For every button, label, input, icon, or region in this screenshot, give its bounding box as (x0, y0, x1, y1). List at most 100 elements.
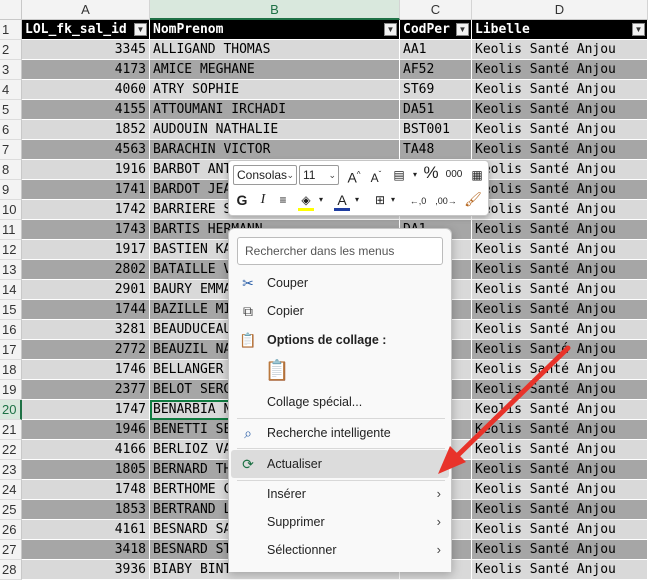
comma-style-button[interactable]: 000 (443, 166, 465, 184)
cell-lol-fk-sal-id[interactable]: 1747 (22, 400, 150, 420)
decrease-decimal-button[interactable]: ,00→ (433, 192, 459, 210)
cell-nomprenom[interactable]: AUDOUIN NATHALIE (150, 120, 400, 140)
cell-nomprenom[interactable]: BARACHIN VICTOR (150, 140, 400, 160)
cell-lol-fk-sal-id[interactable]: 2901 (22, 280, 150, 300)
column-header-d[interactable]: D (472, 0, 648, 20)
cell-libelle[interactable]: Keolis Santé Anjou (472, 360, 648, 380)
row-header[interactable]: 25 (0, 500, 22, 520)
cell-codper[interactable]: DA51 (400, 100, 472, 120)
row-header[interactable]: 9 (0, 180, 22, 200)
cell-lol-fk-sal-id[interactable]: 3345 (22, 40, 150, 60)
cell-lol-fk-sal-id[interactable]: 1741 (22, 180, 150, 200)
font-color-button[interactable]: A (333, 191, 351, 211)
format-painter-top-button[interactable]: ▦ (468, 166, 486, 184)
font-color-dropdown[interactable]: ▾ (353, 191, 361, 209)
increase-decimal-button[interactable]: ←,0 (405, 192, 431, 210)
cell-lol-fk-sal-id[interactable]: 1746 (22, 360, 150, 380)
menu-item-refresh[interactable]: ⟳ Actualiser (231, 450, 449, 478)
cell-libelle[interactable]: Keolis Santé Anjou (472, 260, 648, 280)
row-header[interactable]: 19 (0, 380, 22, 400)
row-header[interactable]: 18 (0, 360, 22, 380)
row-header[interactable]: 26 (0, 520, 22, 540)
cell-lol-fk-sal-id[interactable]: 4563 (22, 140, 150, 160)
row-header[interactable]: 5 (0, 100, 22, 120)
menu-item-copy[interactable]: ⧉ Copier (231, 297, 449, 325)
row-header[interactable]: 4 (0, 80, 22, 100)
number-format-dropdown[interactable]: ▾ (411, 166, 419, 184)
cell-libelle[interactable]: Keolis Santé Anjou (472, 200, 648, 220)
row-header[interactable]: 12 (0, 240, 22, 260)
cell-lol-fk-sal-id[interactable]: 4166 (22, 440, 150, 460)
increase-font-size-button[interactable]: A^ (345, 166, 363, 187)
cell-lol-fk-sal-id[interactable]: 1805 (22, 460, 150, 480)
cell-libelle[interactable]: Keolis Santé Anjou (472, 100, 648, 120)
select-all-corner[interactable] (0, 0, 22, 20)
row-header[interactable]: 10 (0, 200, 22, 220)
cell-libelle[interactable]: Keolis Santé Anjou (472, 460, 648, 480)
filter-dropdown-icon[interactable]: ▼ (632, 23, 645, 36)
number-format-button[interactable]: ▤ (389, 166, 409, 184)
row-header[interactable]: 15 (0, 300, 22, 320)
row-header[interactable]: 11 (0, 220, 22, 240)
cell-codper[interactable]: AA1 (400, 40, 472, 60)
fill-color-button[interactable]: ◈ (297, 191, 315, 211)
cell-libelle[interactable]: Keolis Santé Anjou (472, 520, 648, 540)
cell-libelle[interactable]: Keolis Santé Anjou (472, 300, 648, 320)
row-header[interactable]: 17 (0, 340, 22, 360)
menu-item-cut[interactable]: ✂ Couper (231, 269, 449, 297)
cell-codper[interactable]: TA48 (400, 140, 472, 160)
cell-libelle[interactable]: Keolis Santé Anjou (472, 80, 648, 100)
cell-libelle[interactable]: Keolis Santé Anjou (472, 180, 648, 200)
menu-item-paste-special[interactable]: Collage spécial... (231, 388, 449, 416)
row-header[interactable]: 27 (0, 540, 22, 560)
fill-color-dropdown[interactable]: ▾ (317, 191, 325, 209)
bold-button[interactable]: G (235, 191, 249, 209)
cell-libelle[interactable]: Keolis Santé Anjou (472, 120, 648, 140)
cell-lol-fk-sal-id[interactable]: 3281 (22, 320, 150, 340)
column-header-b[interactable]: B (150, 0, 400, 20)
cell-libelle[interactable]: Keolis Santé Anjou (472, 560, 648, 580)
cell-libelle[interactable]: Keolis Santé Anjou (472, 280, 648, 300)
cell-lol-fk-sal-id[interactable]: 3936 (22, 560, 150, 580)
cell-libelle[interactable]: Keolis Santé Anjou (472, 160, 648, 180)
column-header-a[interactable]: A (22, 0, 150, 20)
cell-lol-fk-sal-id[interactable]: 1916 (22, 160, 150, 180)
cell-lol-fk-sal-id[interactable]: 1946 (22, 420, 150, 440)
cell-nomprenom[interactable]: ATRY SOPHIE (150, 80, 400, 100)
cell-libelle[interactable]: Keolis Santé Anjou (472, 400, 648, 420)
cell-nomprenom[interactable]: AMICE MEGHANE (150, 60, 400, 80)
cell-libelle[interactable]: Keolis Santé Anjou (472, 140, 648, 160)
cell-libelle[interactable]: Keolis Santé Anjou (472, 500, 648, 520)
menu-item-delete[interactable]: Supprimer › (231, 508, 449, 536)
cell-lol-fk-sal-id[interactable]: 3418 (22, 540, 150, 560)
row-header[interactable]: 1 (0, 20, 22, 40)
percent-style-button[interactable]: % (422, 164, 440, 182)
row-header[interactable]: 2 (0, 40, 22, 60)
row-header[interactable]: 20 (0, 400, 22, 420)
cell-libelle[interactable]: Keolis Santé Anjou (472, 220, 648, 240)
menu-item-select[interactable]: Sélectionner › (231, 536, 449, 564)
format-painter-button[interactable]: 🖌 (463, 190, 483, 208)
cell-lol-fk-sal-id[interactable]: 1744 (22, 300, 150, 320)
menu-item-smart-lookup[interactable]: ⌕ Recherche intelligente (231, 419, 449, 447)
cell-codper[interactable]: AF52 (400, 60, 472, 80)
row-header[interactable]: 23 (0, 460, 22, 480)
cell-libelle[interactable]: Keolis Santé Anjou (472, 420, 648, 440)
cell-libelle[interactable]: Keolis Santé Anjou (472, 540, 648, 560)
row-header[interactable]: 14 (0, 280, 22, 300)
cell-libelle[interactable]: Keolis Santé Anjou (472, 440, 648, 460)
cell-lol-fk-sal-id[interactable]: 4155 (22, 100, 150, 120)
menu-item-insert[interactable]: Insérer › (231, 480, 449, 508)
cell-libelle[interactable]: Keolis Santé Anjou (472, 480, 648, 500)
font-size-select[interactable]: 11 ⌄ (299, 165, 339, 185)
row-header[interactable]: 7 (0, 140, 22, 160)
row-header[interactable]: 24 (0, 480, 22, 500)
cell-libelle[interactable]: Keolis Santé Anjou (472, 380, 648, 400)
cell-lol-fk-sal-id[interactable]: 4173 (22, 60, 150, 80)
cell-libelle[interactable]: Keolis Santé Anjou (472, 240, 648, 260)
paste-clipboard-icon[interactable]: 📋 (263, 357, 291, 385)
cell-libelle[interactable]: Keolis Santé Anjou (472, 320, 648, 340)
cell-lol-fk-sal-id[interactable]: 1853 (22, 500, 150, 520)
filter-dropdown-icon[interactable]: ▼ (134, 23, 147, 36)
cell-codper[interactable]: BST001 (400, 120, 472, 140)
